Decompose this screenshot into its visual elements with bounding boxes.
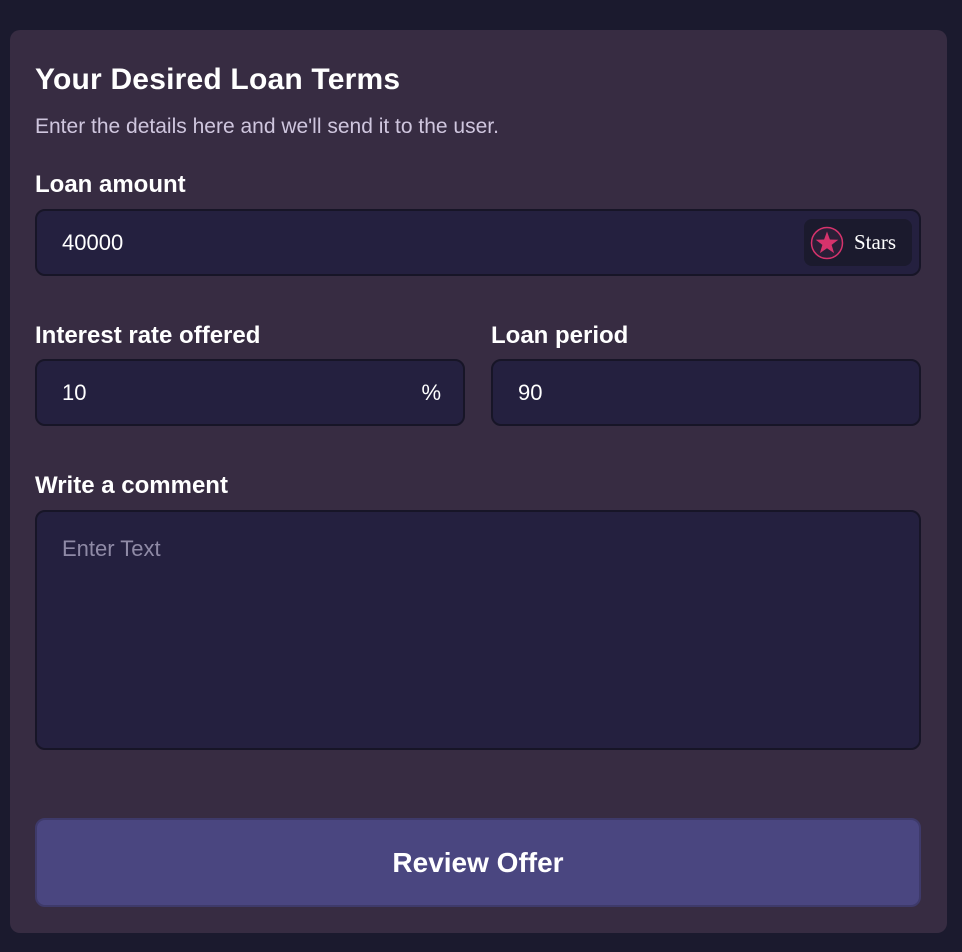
- loan-amount-value[interactable]: 40000: [62, 230, 123, 256]
- loan-amount-label: Loan amount: [35, 171, 186, 198]
- comment-label: Write a comment: [35, 472, 228, 499]
- loan-amount-field[interactable]: 40000 Stars: [35, 209, 921, 276]
- interest-rate-label: Interest rate offered: [35, 322, 261, 349]
- loan-period-value[interactable]: 90: [518, 380, 542, 406]
- page-title: Your Desired Loan Terms: [35, 63, 401, 96]
- currency-label: Stars: [854, 230, 896, 254]
- star-coin-icon: [810, 226, 844, 259]
- comment-textarea[interactable]: Enter Text: [35, 510, 921, 750]
- loan-period-label: Loan period: [491, 322, 629, 349]
- currency-selector[interactable]: Stars: [804, 219, 912, 266]
- percent-suffix: %: [421, 379, 441, 405]
- page-subtitle: Enter the details here and we'll send it…: [35, 115, 499, 138]
- loan-terms-card: Your Desired Loan Terms Enter the detail…: [10, 30, 947, 933]
- comment-placeholder: Enter Text: [62, 536, 161, 561]
- interest-rate-field[interactable]: 10 %: [35, 359, 465, 426]
- review-offer-button[interactable]: Review Offer: [35, 818, 921, 907]
- interest-rate-value[interactable]: 10: [62, 380, 86, 406]
- loan-period-field[interactable]: 90: [491, 359, 921, 426]
